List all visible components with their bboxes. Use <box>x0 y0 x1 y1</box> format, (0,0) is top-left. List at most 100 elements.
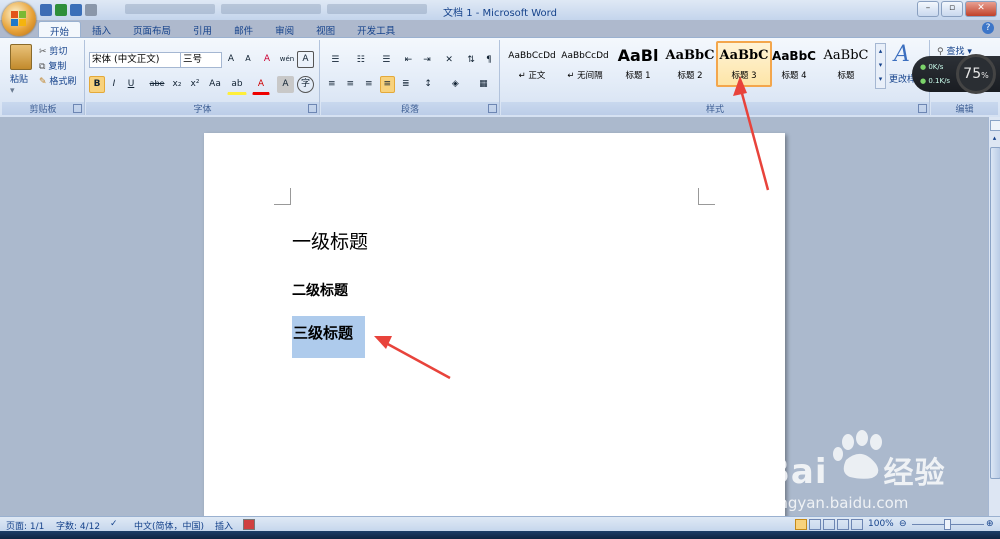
tab-page-layout[interactable]: 页面布局 <box>122 21 182 38</box>
ruler-toggle-icon[interactable] <box>990 120 1000 131</box>
numbering-icon[interactable]: ☷ <box>350 52 373 69</box>
document-page[interactable]: 一级标题 二级标题 三级标题 <box>204 133 785 523</box>
increase-indent-icon[interactable]: ⇥ <box>419 52 435 69</box>
copy-button[interactable]: ⧉ 复制 <box>39 59 66 72</box>
font-size-select[interactable]: 三号 <box>180 52 222 68</box>
download-dot-icon: ● <box>920 77 927 85</box>
baidu-watermark: Bai 经验 jingyan.baidu.com <box>760 430 990 520</box>
macro-record-icon[interactable] <box>243 519 255 530</box>
strikethrough-button[interactable]: abe <box>146 76 168 93</box>
italic-button[interactable]: I <box>106 76 122 93</box>
align-left-icon[interactable]: ≡ <box>324 76 340 93</box>
superscript-button[interactable]: x² <box>186 76 204 93</box>
heading-3-text[interactable]: 三级标题 <box>293 322 353 343</box>
heading-2-text[interactable]: 二级标题 <box>292 280 348 300</box>
format-painter-button[interactable]: ✎ 格式刷 <box>39 74 76 87</box>
decrease-indent-icon[interactable]: ⇤ <box>401 52 417 69</box>
maximize-button[interactable]: ▫ <box>941 1 963 17</box>
sort-icon[interactable]: ⇅ <box>463 52 479 69</box>
close-button[interactable]: ✕ <box>965 1 997 17</box>
heading-1-text[interactable]: 一级标题 <box>292 227 368 254</box>
style-sample: AaBl <box>617 46 659 65</box>
change-styles-icon[interactable]: A <box>894 42 918 67</box>
font-name-select[interactable]: 宋体 (中文正文) <box>89 52 181 68</box>
print-layout-icon[interactable] <box>795 519 807 530</box>
paragraph-group: ☰ ☷ ☰ ⇤ ⇥ ✕ ⇅ ¶ ≡ ≡ ≡ ≡ ≣ ↕ ◈ ▦ 段落 <box>321 40 500 115</box>
tab-review[interactable]: 审阅 <box>264 21 305 38</box>
ribbon-tabs: 开始 插入 页面布局 引用 邮件 审阅 视图 开发工具 <box>38 21 406 39</box>
gallery-scroll[interactable]: ▴ ▾ ▾ <box>875 43 886 89</box>
zoom-out-icon[interactable]: ⊖ <box>899 519 907 529</box>
multilevel-list-icon[interactable]: ☰ <box>375 52 398 69</box>
distribute-icon[interactable]: ≣ <box>398 76 414 93</box>
ribbon: 粘贴 ▾ ✂ 剪切 ⧉ 复制 ✎ 格式刷 剪贴板 宋体 (中文正文) 三号 A … <box>0 37 1000 118</box>
char-border-button[interactable]: A <box>297 51 314 68</box>
asian-layout-icon[interactable]: ✕ <box>438 52 461 69</box>
align-center-icon[interactable]: ≡ <box>343 76 359 93</box>
clipboard-launcher-icon[interactable] <box>73 104 82 113</box>
paste-icon[interactable] <box>10 44 32 70</box>
phonetic-guide-button[interactable]: wén <box>277 51 297 68</box>
tab-references[interactable]: 引用 <box>182 21 223 38</box>
change-case-button[interactable]: Aa <box>204 76 226 93</box>
line-spacing-icon[interactable]: ↕ <box>417 76 440 93</box>
shading-icon[interactable]: ◈ <box>443 76 468 93</box>
brush-icon: ✎ <box>39 77 47 87</box>
tab-developer[interactable]: 开发工具 <box>346 21 406 38</box>
bullets-icon[interactable]: ☰ <box>324 52 347 69</box>
borders-icon[interactable]: ▦ <box>471 76 496 93</box>
style-heading-4[interactable]: AaBbC 标题 4 <box>769 43 819 85</box>
paste-button[interactable]: 粘贴 <box>10 72 28 85</box>
proofing-icon[interactable]: ✓ <box>110 519 118 529</box>
font-launcher-icon[interactable] <box>308 104 317 113</box>
zoom-level[interactable]: 100% <box>868 519 894 529</box>
justify-icon[interactable]: ≡ <box>379 76 395 93</box>
paste-dropdown-icon[interactable]: ▾ <box>10 86 15 96</box>
reading-layout-icon[interactable] <box>809 519 821 530</box>
zoom-slider-thumb[interactable] <box>944 519 951 530</box>
style-sample: AaBbCcDd <box>508 51 556 61</box>
enclose-char-button[interactable]: 字 <box>297 76 314 93</box>
highlight-button[interactable]: ab <box>227 76 247 95</box>
office-button[interactable] <box>2 2 36 36</box>
paragraph-launcher-icon[interactable] <box>488 104 497 113</box>
align-right-icon[interactable]: ≡ <box>361 76 377 93</box>
style-normal[interactable]: AaBbCcDd ↵ 正文 <box>507 43 557 85</box>
grow-font-button[interactable]: A <box>222 51 240 68</box>
shrink-font-button[interactable]: A <box>239 51 257 68</box>
font-color-button[interactable]: A <box>252 76 270 95</box>
paragraph-toolbar-row1: ☰ ☷ ☰ ⇤ ⇥ ✕ ⇅ ¶ <box>324 52 496 67</box>
styles-launcher-icon[interactable] <box>918 104 927 113</box>
scroll-up-icon[interactable]: ▴ <box>990 134 999 143</box>
style-sample: AaBbC <box>772 49 816 63</box>
show-marks-icon[interactable]: ¶ <box>482 52 496 69</box>
style-name: 标题 4 <box>781 71 807 81</box>
tab-view[interactable]: 视图 <box>305 21 346 38</box>
zoom-in-icon[interactable]: ⊕ <box>986 519 994 529</box>
tab-mailings[interactable]: 邮件 <box>223 21 264 38</box>
style-sample: AaBbC <box>665 48 715 63</box>
outline-icon[interactable] <box>837 519 849 530</box>
bold-button[interactable]: B <box>89 76 105 93</box>
tab-insert[interactable]: 插入 <box>81 21 122 38</box>
minimize-button[interactable]: – <box>917 1 939 17</box>
style-title[interactable]: AaBbC 标题 <box>821 43 871 85</box>
style-name: 标题 1 <box>625 71 651 81</box>
draft-icon[interactable] <box>851 519 863 530</box>
style-heading-1[interactable]: AaBl 标题 1 <box>613 43 663 85</box>
web-layout-icon[interactable] <box>823 519 835 530</box>
watermark-brand-en: Bai <box>764 452 828 492</box>
style-heading-2[interactable]: AaBbC 标题 2 <box>665 43 715 85</box>
scroll-thumb[interactable] <box>990 147 1000 479</box>
os-taskbar <box>0 531 1000 539</box>
cut-button[interactable]: ✂ 剪切 <box>39 44 67 57</box>
style-name: ↵ 无间隔 <box>567 71 603 81</box>
help-icon[interactable]: ? <box>982 22 994 34</box>
char-shading-button[interactable]: A <box>277 76 294 93</box>
underline-button[interactable]: U <box>123 76 139 93</box>
style-no-spacing[interactable]: AaBbCcDd ↵ 无间隔 <box>560 43 610 85</box>
window-controls: – ▫ ✕ <box>917 1 997 17</box>
style-heading-3[interactable]: AaBbC 标题 3 <box>716 41 772 87</box>
clear-format-button[interactable]: A <box>258 51 276 68</box>
subscript-button[interactable]: x₂ <box>168 76 186 93</box>
